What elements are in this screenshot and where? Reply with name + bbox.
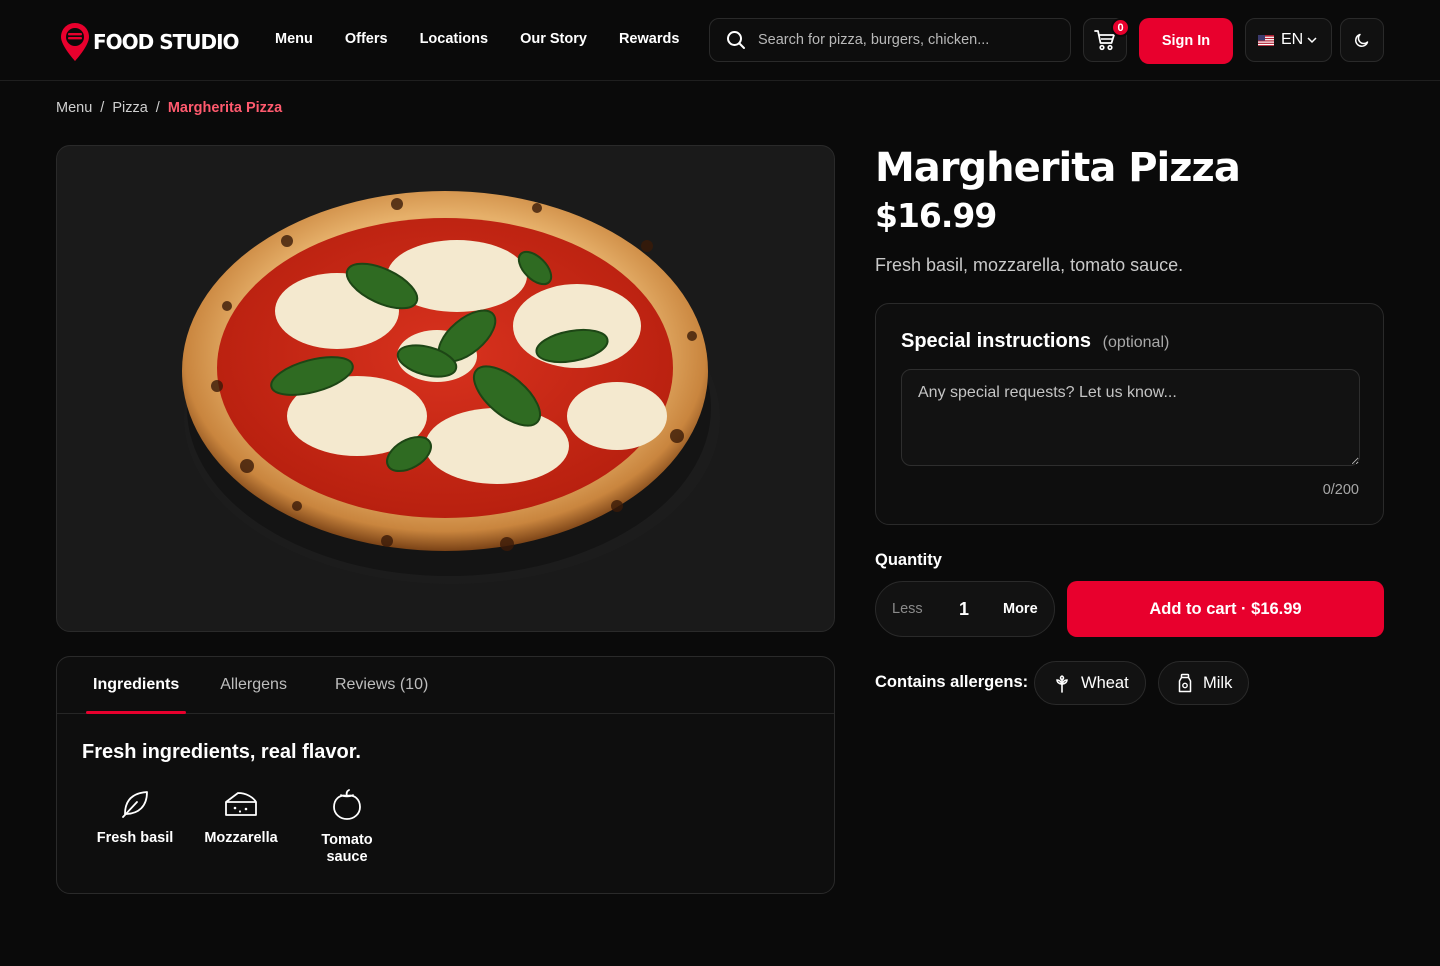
character-counter: 0/200 (1322, 482, 1359, 498)
language-selector[interactable]: EN (1245, 18, 1332, 62)
breadcrumb-separator: / (100, 100, 105, 116)
search-icon (727, 31, 745, 49)
chevron-down-icon (1307, 37, 1317, 44)
nav-rewards[interactable]: Rewards (619, 31, 679, 47)
breadcrumb-pizza[interactable]: Pizza (112, 100, 147, 116)
tab-ingredients[interactable]: Ingredients (85, 657, 187, 714)
nav-menu[interactable]: Menu (275, 31, 313, 47)
quantity-increase-button[interactable]: More (1003, 601, 1038, 617)
us-flag-icon (1258, 34, 1274, 46)
moon-icon (1355, 33, 1369, 47)
pizza-image (182, 191, 720, 584)
special-instructions-card: Special instructions (optional) 0/200 (875, 303, 1384, 525)
product-image-card (56, 145, 835, 632)
instructions-title: Special instructions (optional) (901, 330, 1169, 353)
allergen-label: Milk (1203, 673, 1233, 692)
quantity-decrease-button[interactable]: Less (892, 601, 923, 617)
header: FOOD STUDIO Menu Offers Locations Our St… (0, 0, 1440, 81)
cart-count-badge: 0 (1111, 18, 1130, 37)
ingredient-label: Tomato sauce (321, 832, 373, 865)
breadcrumb-menu[interactable]: Menu (56, 100, 92, 116)
product-title: Margherita Pizza (875, 145, 1241, 191)
product-price: $16.99 (875, 196, 997, 235)
nav-our-story[interactable]: Our Story (520, 31, 587, 47)
allergens-label: Contains allergens: (875, 673, 1029, 691)
add-to-cart-button[interactable]: Add to cart · $16.99 (1067, 581, 1384, 637)
tomato-icon (333, 789, 361, 820)
tab-bar: Ingredients Allergens Reviews (10) (57, 657, 834, 714)
main-nav: Menu Offers Locations Our Story Rewards (275, 31, 711, 47)
language-code: EN (1281, 31, 1304, 48)
instructions-title-text: Special instructions (901, 330, 1092, 352)
allergen-chip-milk[interactable]: Milk (1158, 661, 1250, 705)
sign-in-button[interactable]: Sign In (1139, 18, 1233, 64)
cart-button[interactable]: 0 (1083, 18, 1130, 62)
nav-locations[interactable]: Locations (420, 31, 488, 47)
product-details-tabs: Ingredients Allergens Reviews (10) Fresh… (56, 656, 835, 894)
breadcrumb: Menu / Pizza / Margherita Pizza (56, 100, 282, 116)
milk-icon (1178, 673, 1192, 693)
theme-toggle-button[interactable] (1340, 18, 1384, 62)
instructions-optional-label: (optional) (1102, 334, 1170, 351)
breadcrumb-current: Margherita Pizza (167, 100, 283, 116)
ingredient-label: Mozzarella (204, 830, 278, 846)
allergen-chip-wheat[interactable]: Wheat (1034, 661, 1146, 705)
brand-name: FOOD STUDIO (93, 30, 240, 54)
ingredients-list: Fresh basil Mozzarella Tomato sauce (82, 788, 400, 866)
brand-logo[interactable]: FOOD STUDIO (60, 22, 240, 62)
cheese-icon (225, 792, 257, 816)
allergen-label: Wheat (1081, 673, 1129, 692)
nav-offers[interactable]: Offers (345, 31, 388, 47)
wheat-icon (1056, 675, 1068, 693)
ingredient-label: Fresh basil (96, 830, 174, 846)
search-input[interactable] (758, 32, 1048, 48)
location-pin-icon (61, 23, 89, 61)
tab-reviews[interactable]: Reviews (10) (335, 657, 428, 713)
tab-allergens[interactable]: Allergens (220, 657, 287, 713)
ingredient-item: Mozzarella (188, 788, 294, 866)
quantity-value: 1 (959, 598, 970, 619)
ingredients-heading: Fresh ingredients, real flavor. (82, 741, 361, 763)
search-box (709, 18, 1071, 62)
quantity-stepper: Less 1 More (875, 581, 1055, 637)
leaf-icon (122, 791, 148, 818)
ingredient-item: Fresh basil (82, 788, 188, 866)
breadcrumb-separator: / (155, 100, 160, 116)
ingredient-item: Tomato sauce (294, 788, 400, 866)
product-description: Fresh basil, mozzarella, tomato sauce. (875, 255, 1184, 275)
special-instructions-textarea[interactable] (901, 369, 1360, 466)
quantity-label: Quantity (875, 551, 942, 569)
